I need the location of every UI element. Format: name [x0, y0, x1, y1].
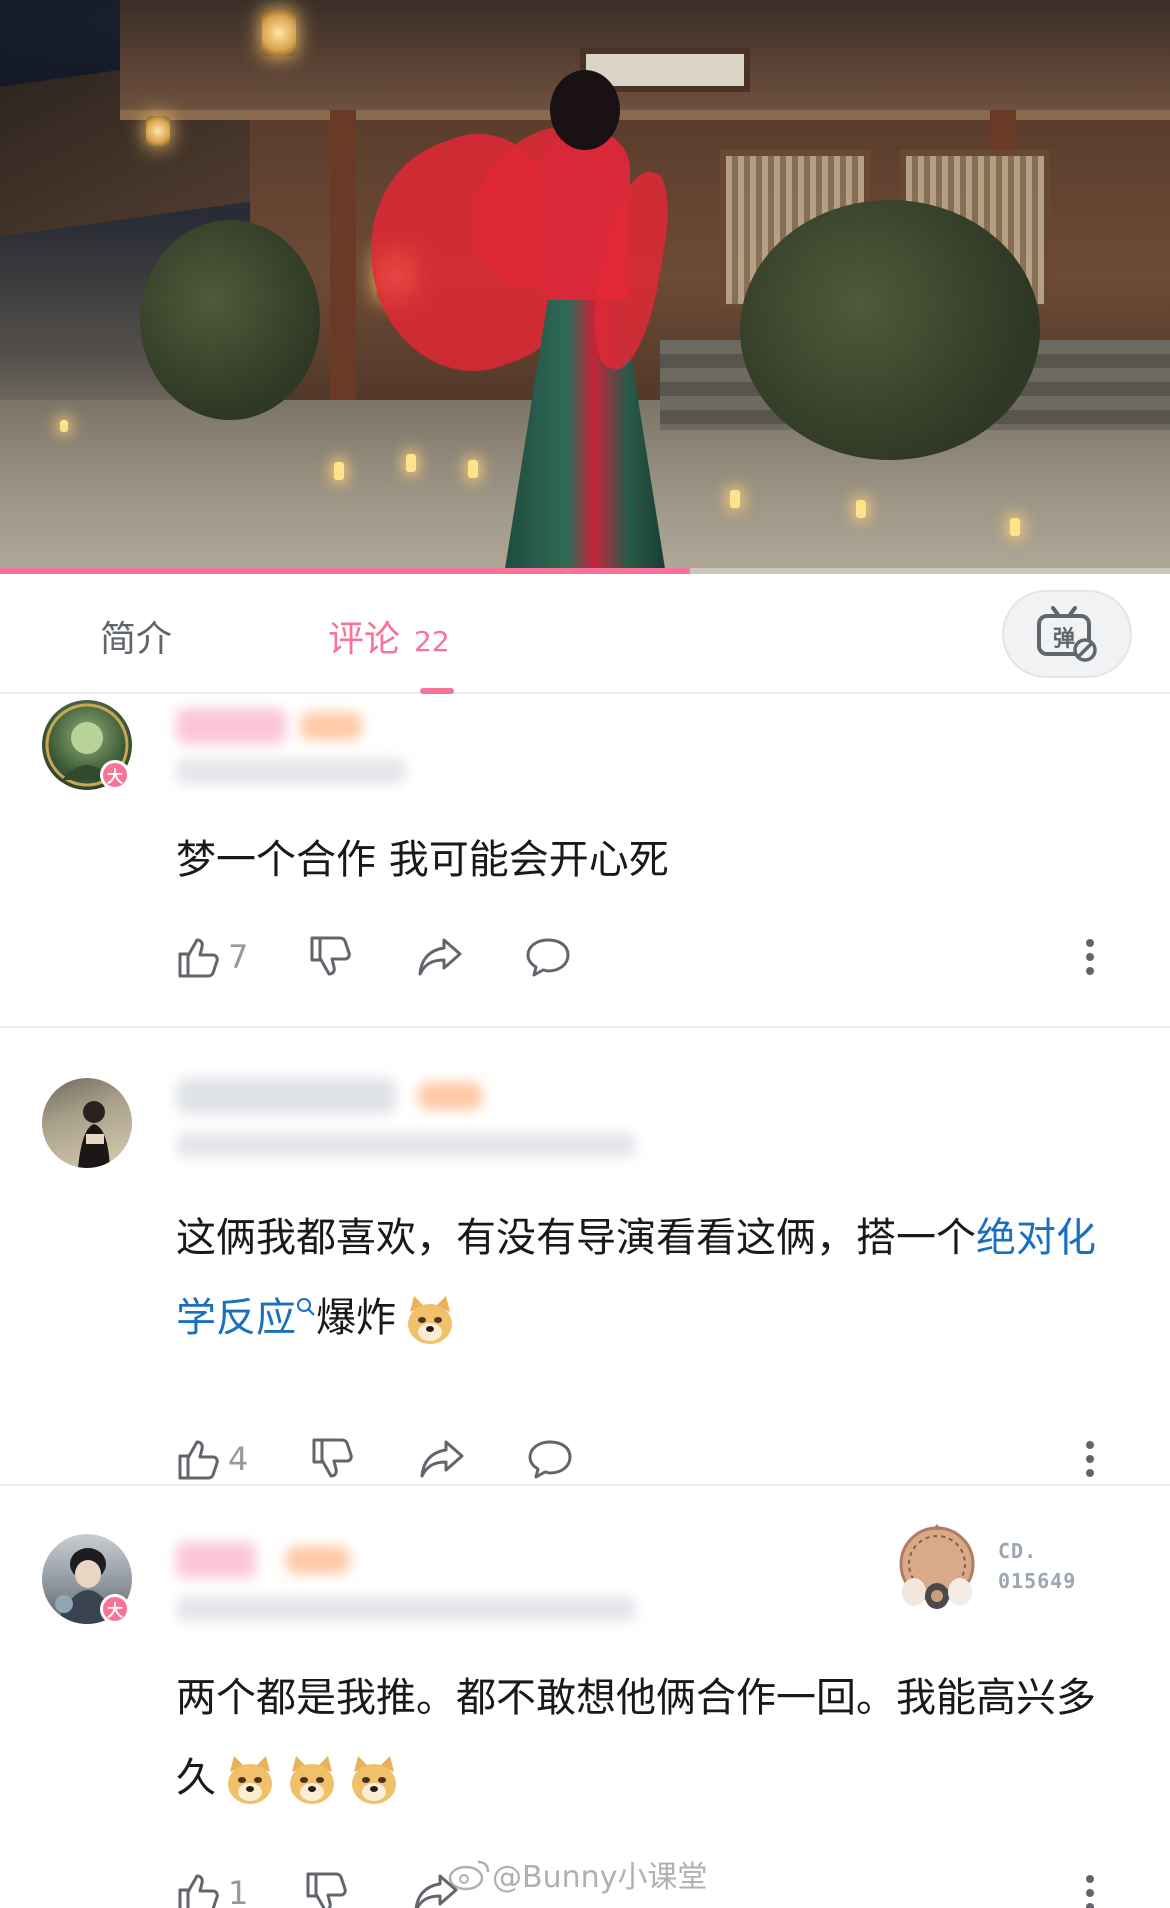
like-button[interactable]: 4: [176, 1434, 248, 1484]
weibo-logo-icon: [448, 1860, 490, 1891]
dislike-button[interactable]: [310, 1434, 356, 1484]
doge-emoji-icon: [290, 1756, 334, 1804]
video-frame-candle: [334, 462, 344, 480]
level-badge-hidden: [286, 1546, 350, 1574]
search-icon: [297, 1297, 315, 1316]
video-frame-pillar: [330, 110, 356, 440]
doge-emoji-icon: [228, 1756, 272, 1804]
thumb-down-icon: [312, 1438, 353, 1478]
comment-text: 两个都是我推。都不敢想他俩合作一回。我能高兴多久: [176, 1658, 1126, 1818]
tab-intro[interactable]: 简介: [100, 610, 172, 662]
tab-bar: 简介 评论 22 弹: [0, 574, 1170, 694]
comment-text-body: 这俩我都喜欢，有没有导演看看这俩，搭一个: [176, 1215, 976, 1261]
svg-text:弹: 弹: [1053, 627, 1075, 652]
dislike-button[interactable]: [308, 932, 354, 982]
video-frame-tree: [740, 200, 1040, 460]
comment-item: 大 梦一个合作 我可能会开心死 7: [0, 696, 1170, 1028]
timestamp-hidden: [176, 1596, 636, 1622]
thumb-down-icon: [306, 1872, 347, 1908]
like-count: 7: [228, 938, 249, 976]
thumb-up-icon: [178, 938, 219, 978]
watermark-text: @Bunny小课堂: [492, 1860, 708, 1895]
level-badge-hidden: [300, 712, 362, 740]
tab-comments[interactable]: 评论 22: [328, 610, 450, 662]
comment-item: 这俩我都喜欢，有没有导演看看这俩，搭一个绝对化学反应 爆炸 4: [0, 1030, 1170, 1486]
video-frame-lantern: [262, 10, 296, 56]
medal-line-2: 015649: [998, 1569, 1077, 1593]
tab-comments-label: 评论: [328, 619, 401, 660]
video-frame-candle: [60, 420, 68, 432]
video-player[interactable]: [0, 0, 1170, 574]
comment-text-tail: 爆炸: [316, 1295, 396, 1341]
share-icon: [418, 938, 462, 976]
video-frame-candle: [1010, 518, 1020, 536]
level-badge-hidden: [418, 1082, 482, 1110]
avatar[interactable]: [42, 1078, 132, 1168]
vip-badge: 大: [100, 1594, 130, 1624]
doge-emoji-icon: [408, 1296, 452, 1344]
share-button[interactable]: [418, 1434, 466, 1484]
danmaku-off-icon: 弹: [1037, 606, 1097, 662]
medal-number: CD. 015649: [998, 1536, 1076, 1596]
like-count: 1: [228, 1874, 249, 1908]
more-vertical-icon: [1086, 939, 1094, 975]
doge-emoji-icon: [352, 1756, 396, 1804]
avatar-art: [78, 1101, 110, 1168]
more-options-button[interactable]: [1084, 1434, 1096, 1484]
medal-line-1: CD.: [998, 1539, 1038, 1563]
thumb-up-icon: [178, 1874, 219, 1908]
video-frame-candle: [730, 490, 740, 508]
thumb-up-icon: [178, 1440, 219, 1480]
more-options-button[interactable]: [1084, 932, 1096, 982]
video-frame-dancer: [336, 50, 700, 574]
like-button[interactable]: 1: [176, 1868, 248, 1908]
timestamp-hidden: [176, 758, 406, 784]
watermark: @Bunny小课堂: [448, 1852, 707, 1896]
video-frame-lantern: [146, 116, 170, 146]
reply-button[interactable]: [524, 932, 572, 982]
vip-badge: 大: [100, 760, 130, 790]
comment-bubble-icon: [528, 1440, 572, 1479]
comment-count: 22: [414, 625, 450, 658]
video-frame-tree: [140, 220, 320, 420]
comment-bubble-icon: [526, 938, 570, 977]
like-count: 4: [228, 1440, 249, 1478]
like-button[interactable]: 7: [176, 932, 248, 982]
comment-actions: 4: [176, 1434, 1136, 1494]
medal-illustration: [899, 1524, 975, 1609]
username-hidden: [176, 1078, 396, 1114]
comment-text: 这俩我都喜欢，有没有导演看看这俩，搭一个绝对化学反应 爆炸: [176, 1198, 1126, 1358]
video-frame-candle: [856, 500, 866, 518]
timestamp-hidden: [176, 1132, 636, 1158]
share-button[interactable]: [416, 932, 464, 982]
thumb-down-icon: [310, 936, 351, 976]
username-hidden: [176, 1542, 256, 1578]
username-hidden: [176, 708, 286, 744]
danmaku-toggle-button[interactable]: 弹: [1002, 590, 1132, 678]
reply-button[interactable]: [526, 1434, 574, 1484]
comment-text: 梦一个合作 我可能会开心死: [176, 837, 669, 883]
more-options-button[interactable]: [1084, 1868, 1096, 1908]
share-icon: [420, 1440, 464, 1478]
more-vertical-icon: [1086, 1875, 1094, 1908]
fan-medal-card[interactable]: CD. 015649: [892, 1518, 1142, 1618]
more-vertical-icon: [1086, 1441, 1094, 1477]
dislike-button[interactable]: [304, 1868, 350, 1908]
comment-actions: 7: [176, 932, 1136, 992]
active-tab-indicator: [420, 688, 454, 694]
